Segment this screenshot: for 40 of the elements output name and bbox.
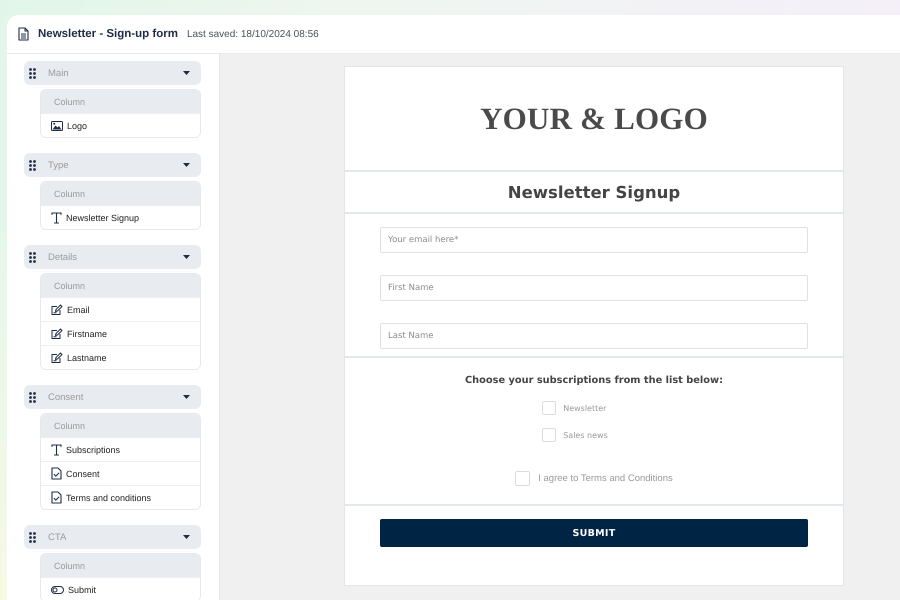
input-field[interactable]: Last Name: [380, 323, 808, 349]
column-header: Column: [41, 554, 200, 577]
logo-text: YOUR & LOGO: [480, 100, 708, 136]
file-check-icon: [51, 491, 62, 504]
checkbox[interactable]: [515, 471, 530, 486]
edit-icon: [51, 304, 63, 315]
sidebar-item[interactable]: Submit: [41, 577, 200, 600]
input-field[interactable]: First Name: [380, 275, 808, 301]
edit-icon: [51, 352, 63, 363]
image-icon: [51, 120, 63, 130]
column-header: Column: [41, 90, 200, 113]
text-icon: [51, 444, 62, 456]
column-header: Column: [41, 274, 200, 297]
last-saved-text: Last saved: 18/10/2024 08:56: [186, 28, 319, 40]
drag-handle-icon[interactable]: [29, 532, 36, 542]
document-title: Newsletter - Sign-up form: [38, 28, 178, 40]
sidebar-item[interactable]: Newsletter Signup: [41, 205, 200, 229]
drag-handle-icon[interactable]: [29, 68, 36, 78]
edit-icon: [51, 328, 63, 339]
checkbox[interactable]: [542, 428, 556, 442]
checkbox[interactable]: [542, 401, 556, 415]
sidebar-item[interactable]: Terms and conditions: [41, 485, 200, 509]
file-check-icon: [51, 467, 62, 480]
sidebar-item[interactable]: Logo: [41, 113, 200, 137]
form-title: Newsletter Signup: [508, 182, 680, 202]
sidebar-item[interactable]: Lastname: [41, 345, 200, 369]
checkbox-label: I agree to Terms and Conditions: [538, 473, 673, 484]
drag-handle-icon[interactable]: [29, 252, 36, 262]
submit-button[interactable]: SUBMIT: [380, 519, 808, 547]
drag-handle-icon[interactable]: [29, 160, 36, 170]
drag-handle-icon[interactable]: [29, 392, 36, 402]
input-field[interactable]: Your email here*: [380, 227, 808, 253]
document-icon: [18, 27, 29, 41]
text-icon: [51, 212, 62, 224]
checkbox-label: Sales news: [563, 430, 608, 440]
toggle-icon: [51, 586, 64, 594]
checkbox-label: Newsletter: [563, 404, 606, 412]
subscriptions-heading: Choose your subscriptions from the list below:: [464, 375, 723, 386]
column-header: Column: [41, 182, 200, 205]
column-header: Column: [41, 414, 200, 437]
